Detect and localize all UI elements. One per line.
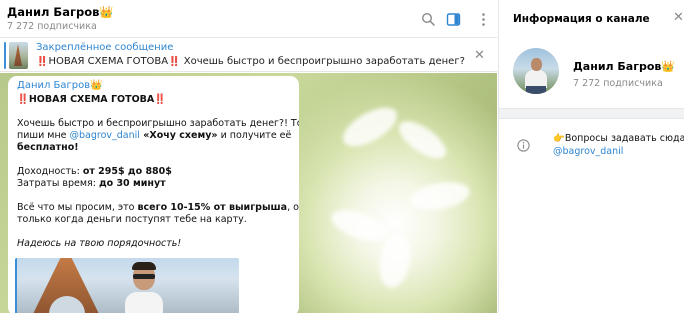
message-text-line: Хочешь быстро и беспроигрышно заработать… [17,118,299,129]
message-bubble[interactable]: Данил Багров👑 ‼️НОВАЯ СХЕМА ГОТОВА‼️ Хоч… [8,76,299,313]
message-photo[interactable] [15,258,239,313]
close-icon[interactable]: ✕ [474,49,485,62]
info-icon [517,139,530,152]
message-text-line: Всё что мы просим, это всего 10-15% от в… [17,202,299,213]
pinned-indicator [4,42,6,69]
message-text-line: бесплатно! [17,142,79,153]
channel-name: Данил Багров👑 [573,60,676,73]
pinned-text: ‼️НОВАЯ СХЕМА ГОТОВА‼️ Хочешь быстро и б… [36,56,466,67]
income-line: Доходность: от 295$ до 880$ [17,166,172,177]
channel-info-panel: Информация о канале ✕ Данил Багров👑 7 27… [498,0,684,313]
message-author[interactable]: Данил Багров👑 [17,80,103,91]
channel-description: 👉Вопросы задавать сюда: [553,133,684,144]
channel-subscriber-count: 7 272 подписчика [573,78,663,89]
pinned-thumbnail [9,42,28,69]
chat-header[interactable]: Данил Багров👑 7 272 подписчика [0,0,497,38]
pinned-message-bar[interactable]: Закреплённое сообщение ‼️НОВАЯ СХЕМА ГОТ… [0,39,497,72]
username-link[interactable]: @bagrov_danil [70,130,140,141]
message-headline: ‼️НОВАЯ СХЕМА ГОТОВА‼️ [17,94,167,105]
chat-title[interactable]: Данил Багров👑 [7,5,114,19]
close-icon[interactable]: ✕ [673,11,684,24]
side-panel-icon[interactable] [446,12,461,27]
search-icon[interactable] [421,12,436,27]
more-icon[interactable] [476,12,491,27]
message-text-line: пиши мне @bagrov_danil «Хочу схему» и по… [17,130,292,141]
divider [499,108,684,119]
info-panel-title: Информация о канале [513,13,650,25]
pinned-label: Закреплённое сообщение [36,42,174,53]
chat-subscriber-count: 7 272 подписчика [7,21,97,32]
message-closing: Надеюсь на твою порядочность! [17,238,182,249]
time-line: Затраты время: до 30 минут [17,178,166,189]
channel-description-link[interactable]: @bagrov_danil [553,146,623,157]
avatar[interactable] [513,48,559,94]
chat-area: Данил Багров👑 7 272 подписчика Закреплён… [0,0,497,313]
message-text-line: только когда деньги поступят тебе на кар… [17,214,247,225]
person-image [125,262,163,313]
